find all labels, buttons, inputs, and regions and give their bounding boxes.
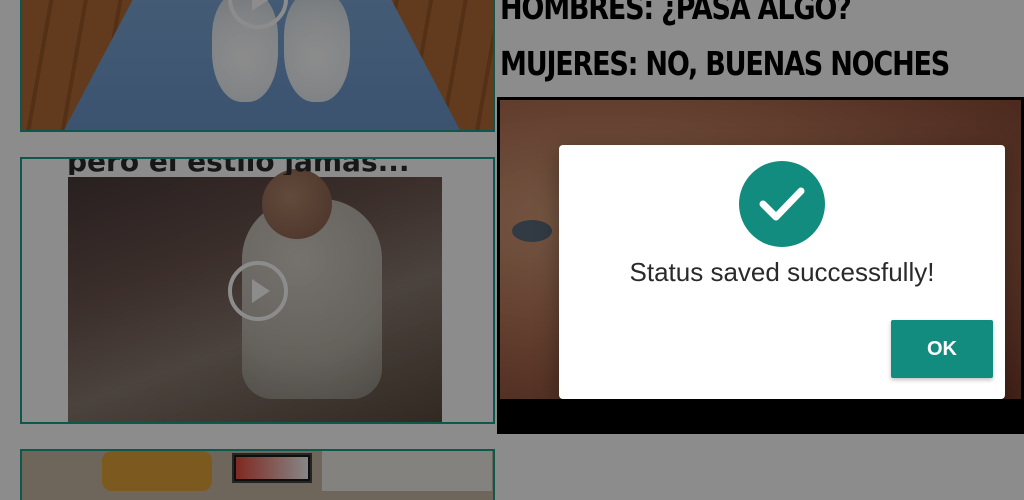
dialog-message: Status saved successfully! (629, 257, 935, 287)
check-circle-icon (739, 161, 825, 247)
ok-button[interactable]: OK (891, 320, 993, 378)
success-dialog: Status saved successfully! OK (559, 145, 1005, 399)
